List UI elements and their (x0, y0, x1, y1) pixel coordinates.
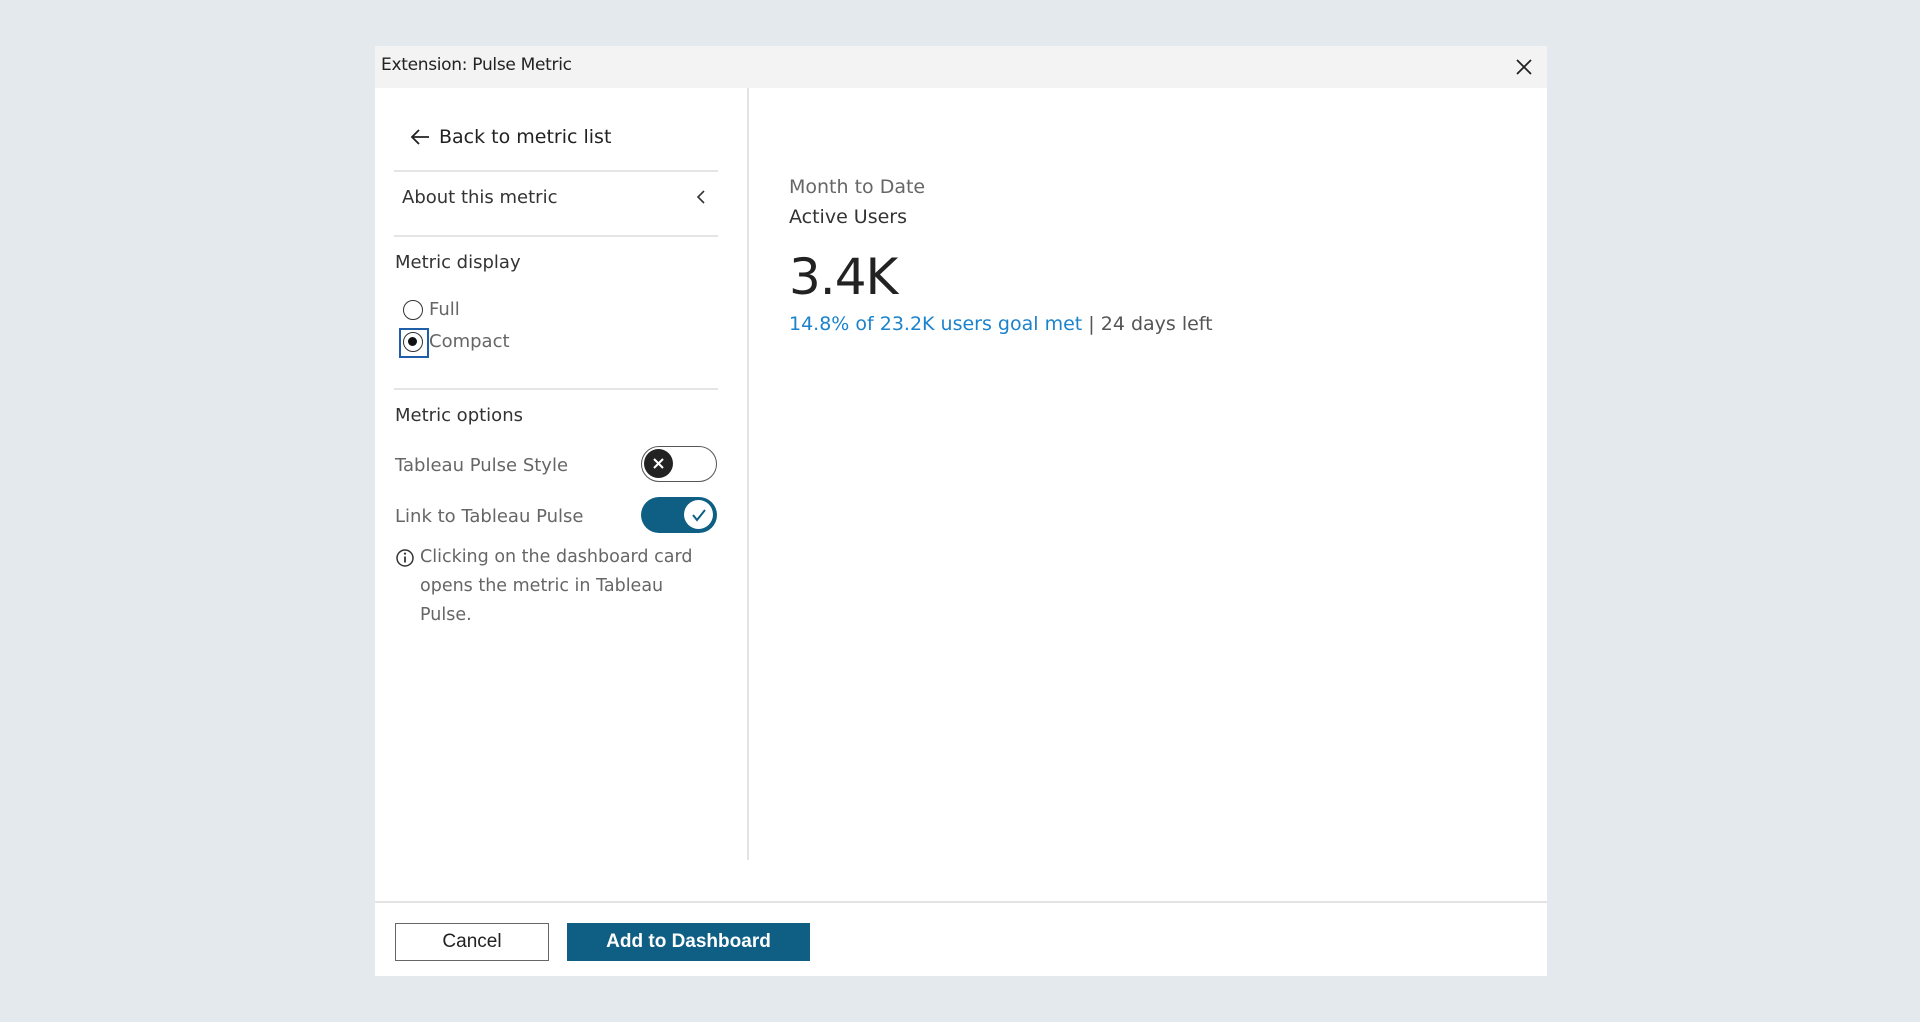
focus-ring (399, 327, 429, 358)
toggle-knob (644, 449, 673, 478)
add-to-dashboard-button[interactable]: Add to Dashboard (567, 923, 810, 961)
close-button[interactable] (1509, 52, 1539, 82)
link-pulse-label: Link to Tableau Pulse (395, 506, 584, 527)
chevron-left-icon (696, 190, 705, 204)
pulse-style-label: Tableau Pulse Style (395, 455, 569, 476)
radio-full-label: Full (429, 299, 460, 320)
link-info: Clicking on the dashboard card opens the… (395, 547, 715, 630)
back-to-metric-list-link[interactable]: Back to metric list (409, 122, 611, 152)
radio-compact-button[interactable] (399, 327, 429, 358)
back-link-label: Back to metric list (439, 126, 612, 148)
metric-preview: Month to Date Active Users 3.4K 14.8% of… (749, 88, 1547, 860)
divider (394, 170, 718, 172)
goal-separator: | (1088, 313, 1095, 335)
about-metric-toggle[interactable]: About this metric (394, 174, 718, 220)
close-icon (1516, 59, 1532, 75)
link-pulse-toggle[interactable] (641, 497, 717, 533)
x-icon (653, 458, 664, 469)
goal-status: 14.8% of 23.2K users goal met | 24 days … (789, 313, 1213, 335)
days-left: 24 days left (1100, 313, 1213, 335)
metric-display-heading: Metric display (395, 252, 521, 273)
divider (394, 235, 718, 237)
dialog-footer: Cancel Add to Dashboard (375, 901, 1547, 978)
info-icon (396, 549, 414, 567)
arrow-left-icon (410, 129, 429, 145)
radio-full[interactable]: Full (403, 299, 460, 320)
radio-compact-label: Compact (429, 331, 510, 352)
goal-link[interactable]: 14.8% of 23.2K users goal met (789, 313, 1082, 335)
dialog-titlebar: Extension: Pulse Metric (375, 46, 1547, 88)
about-metric-label: About this metric (402, 186, 558, 208)
pulse-style-toggle[interactable] (641, 446, 717, 482)
toggle-knob (684, 500, 713, 529)
check-icon (691, 508, 706, 522)
cancel-button[interactable]: Cancel (395, 923, 549, 961)
metric-options-heading: Metric options (395, 405, 523, 426)
metric-value: 3.4K (789, 248, 898, 306)
info-text: Clicking on the dashboard card opens the… (420, 547, 693, 625)
radio-full-button[interactable] (403, 299, 423, 320)
metric-name: Active Users (789, 206, 908, 228)
radio-compact[interactable]: Compact (399, 327, 510, 358)
pulse-metric-dialog: Extension: Pulse Metric Back to metric l… (375, 46, 1547, 976)
settings-sidebar: Back to metric list About this metric Me… (375, 88, 749, 860)
dialog-title: Extension: Pulse Metric (381, 55, 572, 75)
divider (394, 388, 718, 390)
metric-period: Month to Date (789, 176, 926, 198)
